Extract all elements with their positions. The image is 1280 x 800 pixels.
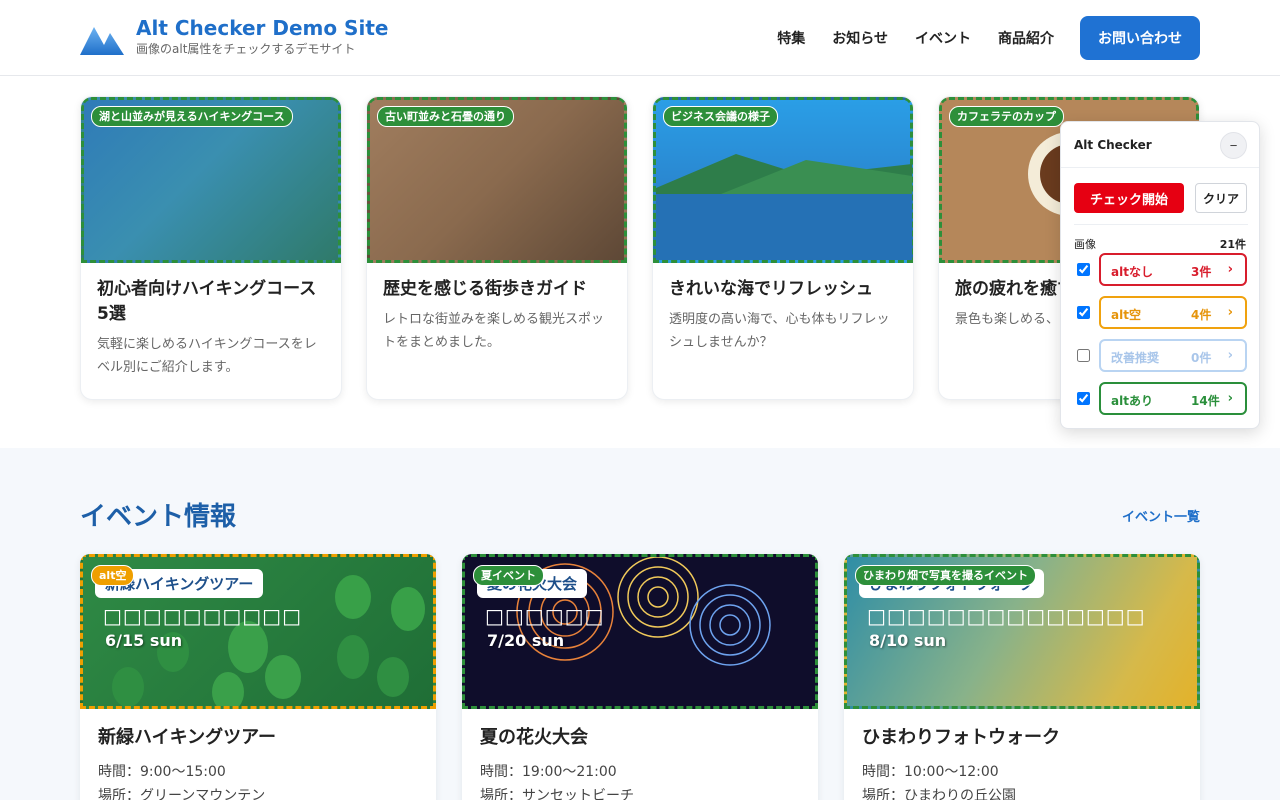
nav-item-events[interactable]: イベント: [915, 28, 971, 48]
event-place: 場所：サンセットビーチ: [480, 788, 634, 800]
images-label: 画像: [1074, 238, 1096, 251]
panel-title: Alt Checker: [1074, 138, 1152, 152]
alt-empty-button[interactable]: alt空 4件 ›: [1099, 296, 1247, 329]
alt-label-badge: ビジネス会議の様子: [663, 106, 778, 127]
filter-count: 14件: [1191, 394, 1220, 408]
filter-row-alt-present: altあり 14件 ›: [1077, 382, 1249, 415]
clear-button[interactable]: クリア: [1195, 183, 1247, 213]
filter-checkbox[interactable]: [1077, 306, 1090, 319]
event-time: 時間：9:00〜15:00: [98, 764, 226, 780]
card-description: レトロな街並みを楽しめる観光スポットをまとめました。: [383, 312, 605, 350]
event-time: 時間：10:00〜12:00: [862, 764, 999, 780]
site-subtitle: 画像のalt属性をチェックするデモサイト: [136, 42, 356, 56]
card-description: 透明度の高い海で、心も体もリフレッシュしませんか？: [669, 312, 890, 350]
card-description: 気軽に楽しめるハイキングコースをレベル別にご紹介します。: [97, 337, 317, 375]
filter-row-alt-missing: altなし 3件 ›: [1077, 253, 1249, 286]
improve-recommended-button[interactable]: 改善推奨 0件 ›: [1099, 339, 1247, 372]
alt-checker-panel: Alt Checker − チェック開始 クリア 画像 21件 altなし 3件…: [1060, 121, 1260, 429]
alt-label-badge: 古い町並みと石畳の通り: [377, 106, 514, 127]
event-image: ひまわりフォトウォーク □□□□□□□□□□□□□□ 8/10 sun ひまわり…: [844, 554, 1200, 709]
article-card[interactable]: 湖と山並みが見えるハイキングコース 初心者向けハイキングコース5選 気軽に楽しめ…: [80, 96, 342, 400]
mountain-logo-icon: [80, 26, 124, 55]
card-image: 湖と山並みが見えるハイキングコース: [81, 97, 341, 263]
event-card[interactable]: 新緑ハイキングツアー □□□□□□□□□□ 6/15 sun alt空 新緑ハイ…: [80, 554, 436, 800]
event-title: 夏の花火大会: [480, 727, 588, 748]
panel-header: Alt Checker −: [1061, 122, 1259, 168]
nav-item-features[interactable]: 特集: [777, 28, 805, 48]
card-title: 初心者向けハイキングコース5選: [97, 279, 317, 324]
filter-label: 改善推奨: [1111, 351, 1160, 365]
start-check-button[interactable]: チェック開始: [1074, 183, 1184, 213]
filter-row-improve: 改善推奨 0件 ›: [1077, 339, 1249, 372]
main-nav: 特集 お知らせ イベント 商品紹介 お問い合わせ: [777, 16, 1200, 60]
filter-checkbox[interactable]: [1077, 263, 1090, 276]
missing-glyphs: □□□□□□□□□□□□□□: [867, 604, 1146, 628]
filter-count: 3件: [1191, 265, 1212, 279]
card-title: 歴史を感じる街歩きガイド: [383, 279, 587, 299]
alt-label-badge: 夏イベント: [473, 565, 544, 586]
alt-label-badge: カフェラテのカップ: [949, 106, 1064, 127]
filter-row-alt-empty: alt空 4件 ›: [1077, 296, 1249, 329]
event-image: 夏の花火大会 □□□□□□ 7/20 sun 夏イベント: [462, 554, 818, 709]
article-card[interactable]: ビジネス会議の様子 きれいな海でリフレッシュ 透明度の高い海で、心も体もリフレッ…: [652, 96, 914, 400]
events-list-link[interactable]: イベント一覧: [1122, 506, 1200, 525]
site-title: Alt Checker Demo Site: [136, 16, 389, 40]
chevron-right-icon: ›: [1227, 391, 1233, 406]
event-time: 時間：19:00〜21:00: [480, 764, 617, 780]
filter-checkbox[interactable]: [1077, 349, 1090, 362]
event-card[interactable]: 夏の花火大会 □□□□□□ 7/20 sun 夏イベント 夏の花火大会 時間：1…: [462, 554, 818, 800]
contact-button[interactable]: お問い合わせ: [1080, 16, 1200, 60]
event-date: 7/20 sun: [487, 631, 565, 650]
alt-label-badge: alt空: [91, 565, 135, 586]
missing-glyphs: □□□□□□: [485, 604, 605, 628]
nav-item-news[interactable]: お知らせ: [832, 28, 888, 48]
filter-checkbox[interactable]: [1077, 392, 1090, 405]
event-place: 場所：グリーンマウンテン: [98, 788, 266, 800]
alt-present-button[interactable]: altあり 14件 ›: [1099, 382, 1247, 415]
event-title: 新緑ハイキングツアー: [98, 727, 277, 748]
event-card[interactable]: ひまわりフォトウォーク □□□□□□□□□□□□□□ 8/10 sun ひまわり…: [844, 554, 1200, 800]
event-place: 場所：ひまわりの丘公園: [862, 788, 1016, 800]
missing-glyphs: □□□□□□□□□□: [103, 604, 302, 628]
event-date: 8/10 sun: [869, 631, 947, 650]
chevron-right-icon: ›: [1227, 305, 1233, 320]
alt-label-badge: 湖と山並みが見えるハイキングコース: [91, 106, 293, 127]
alt-missing-button[interactable]: altなし 3件 ›: [1099, 253, 1247, 286]
chevron-right-icon: ›: [1227, 348, 1233, 363]
card-image: 古い町並みと石畳の通り: [367, 97, 627, 263]
alt-label-badge: ひまわり畑で写真を撮るイベント: [855, 565, 1036, 586]
images-count: 21件: [1219, 238, 1246, 251]
card-title: きれいな海でリフレッシュ: [669, 279, 873, 299]
event-image: 新緑ハイキングツアー □□□□□□□□□□ 6/15 sun alt空: [80, 554, 436, 709]
minimize-button[interactable]: −: [1220, 132, 1247, 159]
event-date: 6/15 sun: [105, 631, 183, 650]
card-image: ビジネス会議の様子: [653, 97, 913, 263]
nav-item-products[interactable]: 商品紹介: [998, 28, 1054, 48]
events-heading: イベント情報: [80, 502, 237, 532]
divider: [1074, 224, 1248, 225]
filter-label: altなし: [1111, 265, 1153, 279]
filter-label: altあり: [1111, 394, 1153, 408]
event-title: ひまわりフォトウォーク: [862, 727, 1060, 748]
filter-count: 4件: [1191, 308, 1212, 322]
filter-count: 0件: [1191, 351, 1212, 365]
article-card[interactable]: 古い町並みと石畳の通り 歴史を感じる街歩きガイド レトロな街並みを楽しめる観光ス…: [366, 96, 628, 400]
filter-label: alt空: [1111, 308, 1141, 322]
site-logo[interactable]: Alt Checker Demo Site 画像のalt属性をチェックするデモサ…: [80, 16, 388, 57]
site-header: Alt Checker Demo Site 画像のalt属性をチェックするデモサ…: [0, 0, 1280, 76]
chevron-right-icon: ›: [1227, 262, 1233, 277]
